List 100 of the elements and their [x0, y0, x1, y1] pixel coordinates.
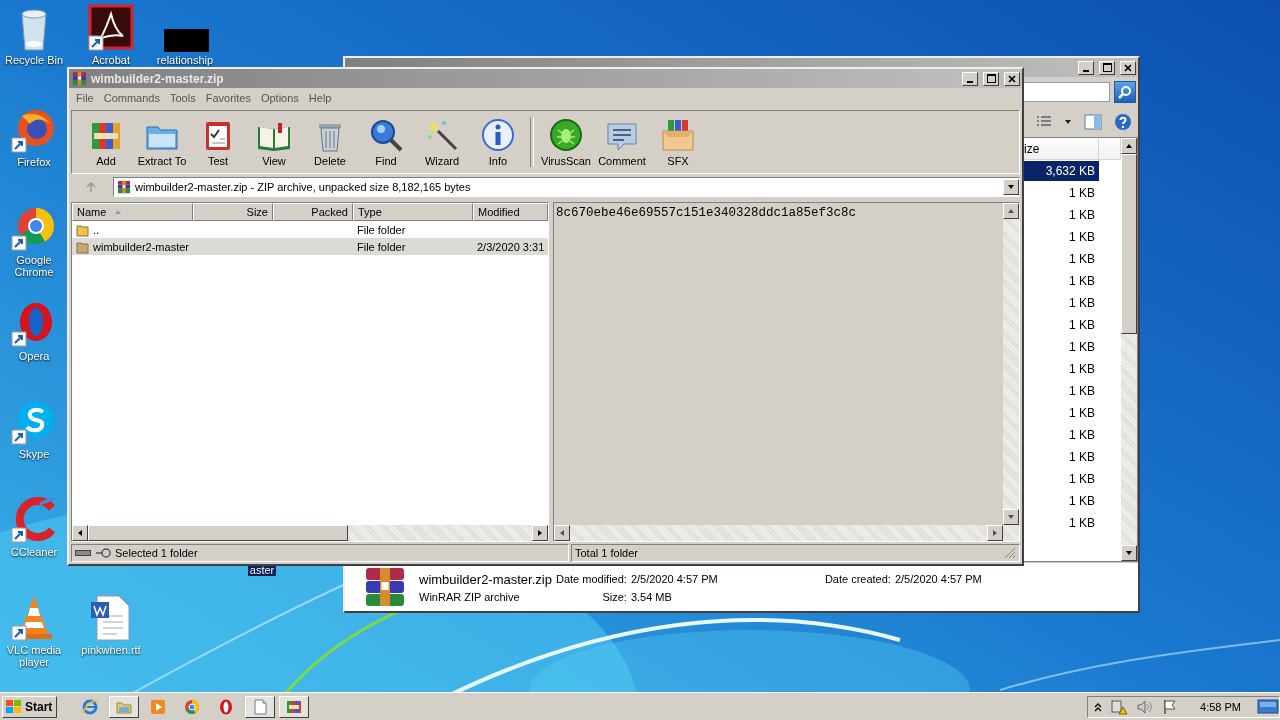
- close-button[interactable]: [1004, 71, 1020, 86]
- arrow-up-icon: [85, 181, 97, 193]
- caret-icon: [1064, 118, 1072, 126]
- maximize-button[interactable]: [1099, 60, 1115, 75]
- dropdown-button[interactable]: [1003, 179, 1019, 195]
- table-cell-text: 1 KB: [1068, 449, 1096, 466]
- menu-item[interactable]: Favorites: [200, 92, 256, 104]
- file-row[interactable]: .. File folder: [72, 221, 548, 238]
- sort-icon: [114, 208, 123, 216]
- folder-icon: [76, 239, 90, 254]
- arrow-up-icon: [1007, 207, 1015, 215]
- folder-up-icon: [76, 222, 90, 237]
- toolbar-button[interactable]: Delete: [302, 114, 358, 170]
- scroll-left-button[interactable]: [72, 525, 88, 541]
- search-icon: [1118, 85, 1132, 99]
- toolbar-button[interactable]: Find: [358, 114, 414, 170]
- search-field[interactable]: [1022, 82, 1110, 102]
- scroll-left-button[interactable]: [554, 525, 570, 541]
- resize-grip-icon[interactable]: [1004, 547, 1016, 559]
- menu-item[interactable]: Tools: [165, 92, 201, 104]
- show-desktop-icon[interactable]: [1257, 698, 1279, 715]
- path-combo-box[interactable]: wimbuilder2-master.zip - ZIP archive, unpacked size 8,182,165 bytes: [113, 177, 1020, 197]
- column-header[interactable]: Modified: [473, 203, 548, 221]
- file-row[interactable]: wimbuilder2-master File folder 2/3/2020 3:31: [72, 238, 548, 255]
- scroll-thumb[interactable]: [88, 525, 348, 541]
- arrow-right-icon: [536, 529, 544, 537]
- scroll-right-button[interactable]: [532, 525, 548, 541]
- close-button[interactable]: [1120, 60, 1136, 75]
- toolbar-button[interactable]: Info: [470, 114, 526, 170]
- box-icon: [660, 117, 696, 153]
- clock[interactable]: 4:58 PM: [1200, 700, 1241, 713]
- scrollbar[interactable]: [1121, 138, 1137, 561]
- toolbar-button[interactable]: Test: [190, 114, 246, 170]
- toolbar-button[interactable]: VirusScan: [538, 114, 594, 170]
- scroll-thumb[interactable]: [1121, 154, 1137, 334]
- file-name: ..: [93, 223, 100, 236]
- desktop-icon-label[interactable]: Acrobat: [90, 54, 132, 66]
- windows-logo-icon: [5, 698, 23, 715]
- table-cell-text: 1 KB: [1068, 339, 1096, 356]
- app-shortcut-icon[interactable]: [87, 4, 135, 52]
- maximize-button[interactable]: [983, 71, 999, 86]
- cleaner-icon[interactable]: [10, 496, 58, 544]
- field-value: 2/5/2020 4:57 PM: [894, 573, 982, 585]
- desktop-icon-label[interactable]: Firefox: [15, 156, 53, 168]
- column-title: Size: [246, 206, 268, 218]
- field-label: Date created:: [824, 573, 891, 585]
- desktop-icon-label[interactable]: Recycle Bin: [2, 54, 66, 66]
- table-cell-text: 2/3/2020 3:31: [476, 240, 546, 253]
- scrollbar[interactable]: [72, 525, 548, 541]
- drive-icon: [75, 549, 91, 557]
- table-cell-text: 1 KB: [1068, 405, 1096, 422]
- table-cell-text: File folder: [356, 223, 407, 236]
- minimize-button[interactable]: [1078, 60, 1094, 75]
- column-title: Type: [358, 206, 382, 218]
- column-header[interactable]: Size: [193, 203, 273, 221]
- toolbar-button[interactable]: Wizard: [414, 114, 470, 170]
- menu-item[interactable]: File: [71, 92, 99, 104]
- menu-item[interactable]: Options: [255, 92, 304, 104]
- scroll-down-button[interactable]: [1003, 509, 1019, 525]
- desktop-icon-label[interactable]: relationship: [154, 54, 216, 66]
- file-name: wimbuilder2-master: [93, 240, 189, 253]
- toolbar-button[interactable]: View: [246, 114, 302, 170]
- column-header[interactable]: Type: [353, 203, 473, 221]
- toolbar-button[interactable]: Extract To: [134, 114, 190, 170]
- scroll-right-button[interactable]: [987, 525, 1003, 541]
- toolbar-button[interactable]: Add: [78, 114, 134, 170]
- table-cell-text: 1 KB: [1068, 493, 1096, 510]
- help-icon: [1114, 113, 1132, 131]
- column-header[interactable]: Packed: [273, 203, 353, 221]
- minimize-icon: [967, 80, 973, 83]
- taskbar-button[interactable]: [109, 695, 140, 718]
- network-warning-icon[interactable]: [1110, 698, 1129, 715]
- menu-item[interactable]: Commands: [98, 92, 165, 104]
- scroll-up-button[interactable]: [1003, 203, 1019, 219]
- menu-item[interactable]: Help: [303, 92, 337, 104]
- document-icon: [251, 697, 270, 716]
- browser-icon: [81, 697, 100, 716]
- scroll-up-button[interactable]: [1121, 138, 1137, 154]
- field-value: 2/5/2020 4:57 PM: [630, 573, 719, 585]
- column-header[interactable]: ize: [1023, 138, 1099, 160]
- scrollbar[interactable]: [1003, 203, 1019, 525]
- scrollbar[interactable]: [554, 525, 1019, 541]
- flag-icon[interactable]: [1162, 698, 1179, 715]
- field-value: 3.54 MB: [630, 590, 673, 603]
- taskbar-button[interactable]: [245, 695, 276, 718]
- column-title: Packed: [311, 206, 348, 218]
- start-button[interactable]: Start: [2, 695, 58, 718]
- taskbar-button[interactable]: [279, 695, 310, 718]
- scroll-down-button[interactable]: [1121, 545, 1137, 561]
- toolbar-button[interactable]: Comment: [594, 114, 650, 170]
- minimize-button[interactable]: [962, 71, 978, 86]
- table-cell-text: 1 KB: [1068, 471, 1096, 488]
- chevron-up-icon[interactable]: [1094, 701, 1103, 712]
- search-button[interactable]: [1114, 81, 1136, 103]
- info-icon: [480, 117, 516, 153]
- column-header[interactable]: Name: [72, 203, 193, 221]
- speaker-icon[interactable]: [1136, 698, 1155, 715]
- arrow-up-icon: [1125, 142, 1133, 150]
- desktop-icon-label[interactable]: Google Chrome: [2, 254, 66, 278]
- toolbar-button[interactable]: SFX: [650, 114, 706, 170]
